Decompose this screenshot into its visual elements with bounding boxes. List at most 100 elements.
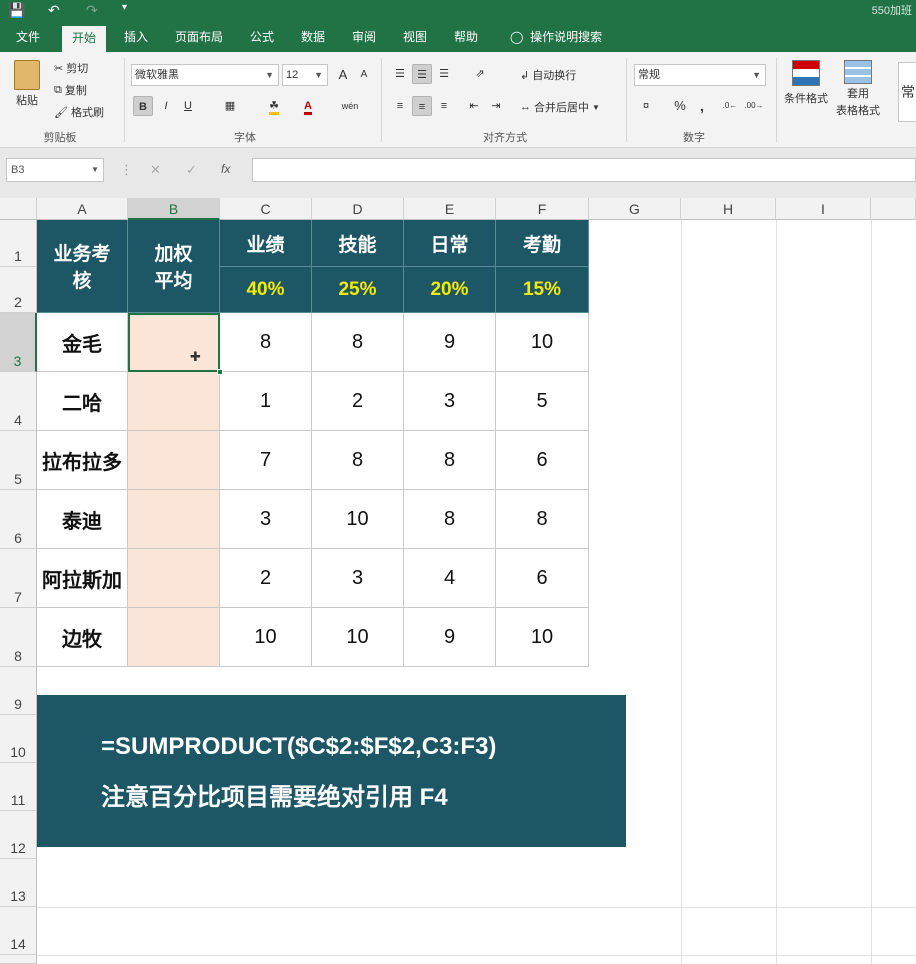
cell-name[interactable]: 拉布拉多 (37, 431, 128, 490)
cell-e2-weight[interactable]: 20% (404, 267, 496, 313)
cell-score[interactable]: 3 (220, 490, 312, 549)
name-box[interactable]: B3 ▼ (6, 158, 104, 182)
orientation-button[interactable]: ⇗ (470, 64, 490, 84)
redo-icon[interactable]: ↷ (86, 2, 98, 19)
cancel-icon[interactable]: ✕ (150, 162, 161, 178)
row-header-13[interactable]: 13 (0, 859, 37, 907)
cell-name[interactable]: 泰迪 (37, 490, 128, 549)
tab-formulas[interactable]: 公式 (240, 22, 284, 52)
insert-function-button[interactable]: fx (221, 162, 230, 176)
save-icon[interactable]: 💾 (8, 2, 25, 19)
tab-home[interactable]: 开始 (62, 26, 107, 52)
paste-button[interactable]: 粘贴 (14, 60, 40, 108)
tab-help[interactable]: 帮助 (444, 22, 488, 52)
cell-score[interactable]: 7 (220, 431, 312, 490)
tab-view[interactable]: 视图 (393, 22, 437, 52)
conditional-formatting-button[interactable]: 条件格式 (784, 60, 828, 106)
cell-score[interactable]: 6 (496, 549, 589, 608)
merge-center-button[interactable]: ↔ 合并后居中 ▼ (520, 99, 600, 115)
accounting-format-button[interactable]: ¤ (636, 96, 656, 116)
font-color-button[interactable]: A (298, 96, 318, 116)
cell-score[interactable]: 3 (404, 372, 496, 431)
cell-score[interactable]: 5 (496, 372, 589, 431)
wrap-text-button[interactable]: ↲ 自动换行 (520, 67, 576, 83)
cell-weighted-average[interactable] (128, 549, 220, 608)
cell-weighted-average[interactable] (128, 490, 220, 549)
cell-name[interactable]: 阿拉斯加 (37, 549, 128, 608)
cell-b3-weighted-average[interactable]: ✚ (128, 313, 223, 375)
align-center-button[interactable]: ≡ (412, 96, 432, 116)
enter-icon[interactable]: ✓ (186, 162, 197, 178)
customize-quick-access-icon[interactable]: ▾ (122, 2, 127, 13)
row-header-14[interactable]: 14 (0, 907, 37, 955)
comma-style-button[interactable]: , (692, 96, 712, 116)
underline-button[interactable]: U (178, 96, 198, 116)
cell-score[interactable]: 3 (312, 549, 404, 608)
select-all-corner[interactable] (0, 198, 37, 220)
cell-score[interactable]: 6 (496, 431, 589, 490)
cell-score[interactable]: 9 (404, 608, 496, 667)
cell-score[interactable]: 2 (312, 372, 404, 431)
increase-decimal-button[interactable]: .0← (720, 96, 740, 116)
tab-review[interactable]: 审阅 (342, 22, 386, 52)
cell-score[interactable]: 10 (496, 313, 589, 372)
cell-e1-category[interactable]: 日常 (404, 220, 496, 267)
cell-score[interactable]: 8 (312, 313, 404, 372)
percent-style-button[interactable]: % (670, 96, 690, 116)
row-header-11[interactable]: 11 (0, 763, 37, 811)
fill-color-button[interactable]: ☘ (264, 96, 284, 116)
cell-score[interactable]: 8 (404, 431, 496, 490)
row-header-2[interactable]: 2 (0, 267, 37, 313)
column-header-j[interactable] (871, 198, 916, 220)
font-name-select[interactable]: 微软雅黑 ▼ (131, 64, 279, 86)
cell-d1-category[interactable]: 技能 (312, 220, 404, 267)
row-header-4[interactable]: 4 (0, 372, 37, 431)
row-header-8[interactable]: 8 (0, 608, 37, 667)
cell-name[interactable]: 金毛 (37, 313, 128, 372)
cell-score[interactable]: 10 (312, 490, 404, 549)
increase-indent-button[interactable]: ⇥ (486, 96, 506, 116)
fill-handle[interactable] (217, 369, 223, 375)
borders-button[interactable]: ▦ (220, 96, 240, 116)
cell-a1-business-review-header[interactable]: 业务考核 (37, 220, 128, 313)
row-header-6[interactable]: 6 (0, 490, 37, 549)
align-top-button[interactable]: ☰ (390, 64, 410, 84)
row-header-1[interactable]: 1 (0, 220, 37, 267)
row-header-15[interactable] (0, 955, 37, 964)
cell-c2-weight[interactable]: 40% (220, 267, 312, 313)
cell-score[interactable]: 10 (312, 608, 404, 667)
cut-button[interactable]: ✂ 剪切 (54, 60, 88, 76)
cell-score[interactable]: 2 (220, 549, 312, 608)
bold-button[interactable]: B (133, 96, 153, 116)
cell-score[interactable]: 4 (404, 549, 496, 608)
align-middle-button[interactable]: ☰ (412, 64, 432, 84)
cell-name[interactable]: 二哈 (37, 372, 128, 431)
cell-c1-category[interactable]: 业绩 (220, 220, 312, 267)
font-size-select[interactable]: 12 ▼ (282, 64, 328, 86)
cell-score[interactable]: 10 (220, 608, 312, 667)
cell-score[interactable]: 8 (220, 313, 312, 372)
column-header-i[interactable]: I (776, 198, 871, 220)
column-header-d[interactable]: D (312, 198, 404, 220)
column-header-b[interactable]: B (128, 198, 220, 220)
column-header-f[interactable]: F (496, 198, 589, 220)
number-format-select[interactable]: 常规 ▼ (634, 64, 766, 86)
format-painter-button[interactable]: 🖌 格式刷 (54, 104, 104, 120)
tab-file[interactable]: 文件 (6, 22, 50, 52)
column-header-e[interactable]: E (404, 198, 496, 220)
row-header-9[interactable]: 9 (0, 667, 37, 715)
column-header-h[interactable]: H (681, 198, 776, 220)
row-header-7[interactable]: 7 (0, 549, 37, 608)
column-header-a[interactable]: A (37, 198, 128, 220)
copy-button[interactable]: ⧉ 复制 (54, 82, 87, 98)
cell-score[interactable]: 8 (404, 490, 496, 549)
column-header-c[interactable]: C (220, 198, 312, 220)
row-header-10[interactable]: 10 (0, 715, 37, 763)
cell-name[interactable]: 边牧 (37, 608, 128, 667)
tell-me-search[interactable]: ◯ 操作说明搜索 (500, 22, 612, 52)
decrease-decimal-button[interactable]: .00→ (744, 96, 764, 116)
cell-f1-category[interactable]: 考勤 (496, 220, 589, 267)
undo-icon[interactable]: ↶ (48, 2, 60, 19)
row-header-12[interactable]: 12 (0, 811, 37, 859)
formula-input[interactable] (252, 158, 916, 182)
